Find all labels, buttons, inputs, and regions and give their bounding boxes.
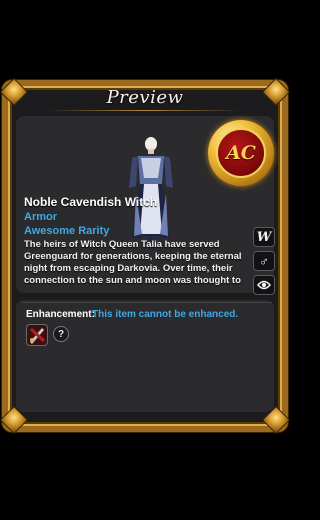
item-rarity: Awesome Rarity — [24, 225, 110, 237]
enhancement-status: This item cannot be enhanced. — [92, 309, 239, 320]
window-title: Preview — [106, 87, 184, 108]
enhancement-label: Enhancement: — [26, 309, 95, 320]
section-divider — [22, 302, 272, 303]
item-type: Armor — [24, 211, 58, 223]
character-preview-image — [129, 137, 173, 244]
title-divider — [48, 110, 242, 111]
ac-coin-icon: AC — [208, 120, 274, 186]
coin-label: AC — [226, 142, 256, 164]
eye-glyph — [257, 280, 271, 290]
help-label: ? — [57, 328, 65, 340]
w-button-label: W — [256, 229, 272, 245]
help-icon[interactable]: ? — [53, 326, 69, 342]
item-description: The heirs of Witch Queen Talia have serv… — [24, 239, 242, 286]
gender-male-icon[interactable]: ♂ — [253, 251, 275, 271]
eye-icon[interactable] — [253, 275, 275, 295]
item-name: Noble Cavendish Witch — [24, 195, 158, 209]
preview-window: Preview AC Noble Cavendish Witch Armor A… — [0, 77, 291, 435]
gender-button-label: ♂ — [259, 253, 269, 269]
enhancement-weapon-icon[interactable] — [26, 324, 48, 346]
w-icon[interactable]: W — [253, 227, 275, 247]
